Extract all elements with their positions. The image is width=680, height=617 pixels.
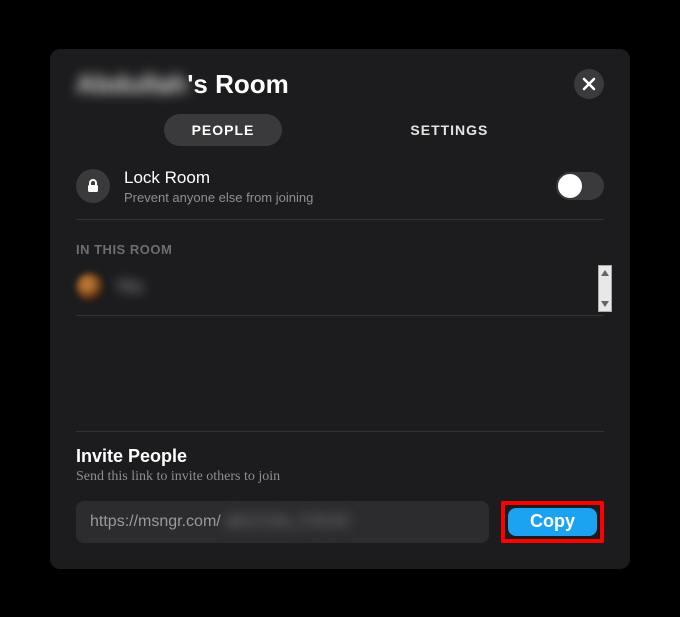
lock-text: Lock Room Prevent anyone else from joini… — [124, 168, 542, 205]
invite-section: Invite People Send this link to invite o… — [76, 431, 604, 543]
invite-row: https://msngr.com/ aB1C2de_F3G4h Copy — [76, 501, 604, 543]
lock-title: Lock Room — [124, 168, 542, 188]
in-this-room-header: IN THIS ROOM — [76, 242, 604, 257]
close-icon — [582, 77, 596, 91]
participant-list: You — [76, 265, 604, 322]
tab-bar: PEOPLE SETTINGS — [76, 114, 604, 146]
modal-header: Abdullah 's Room — [76, 69, 604, 100]
invite-subtitle: Send this link to invite others to join — [76, 469, 604, 485]
scroll-down-icon[interactable] — [599, 297, 611, 311]
invite-link-field[interactable]: https://msngr.com/ aB1C2de_F3G4h — [76, 501, 489, 543]
participant-name: You — [116, 278, 143, 296]
room-title-suffix: 's Room — [187, 69, 289, 100]
invite-title: Invite People — [76, 446, 604, 467]
list-item[interactable]: You — [76, 265, 604, 316]
lock-room-row: Lock Room Prevent anyone else from joini… — [76, 168, 604, 220]
room-settings-modal: Abdullah 's Room PEOPLE SETTINGS Lock Ro… — [50, 49, 630, 569]
lock-toggle[interactable] — [556, 172, 604, 200]
avatar — [76, 273, 104, 301]
close-button[interactable] — [574, 69, 604, 99]
lock-icon — [76, 169, 110, 203]
invite-link-prefix: https://msngr.com/ — [90, 513, 221, 531]
toggle-knob — [558, 174, 582, 198]
invite-link-suffix: aB1C2de_F3G4h — [225, 513, 350, 531]
room-owner-name: Abdullah — [76, 69, 187, 100]
copy-button[interactable]: Copy — [508, 508, 597, 536]
room-title: Abdullah 's Room — [76, 69, 289, 100]
scrollbar[interactable] — [598, 265, 612, 312]
tab-people[interactable]: PEOPLE — [164, 114, 283, 146]
copy-button-highlight: Copy — [501, 501, 604, 543]
scroll-up-icon[interactable] — [599, 266, 611, 280]
lock-subtitle: Prevent anyone else from joining — [124, 190, 542, 205]
tab-settings[interactable]: SETTINGS — [382, 114, 516, 146]
